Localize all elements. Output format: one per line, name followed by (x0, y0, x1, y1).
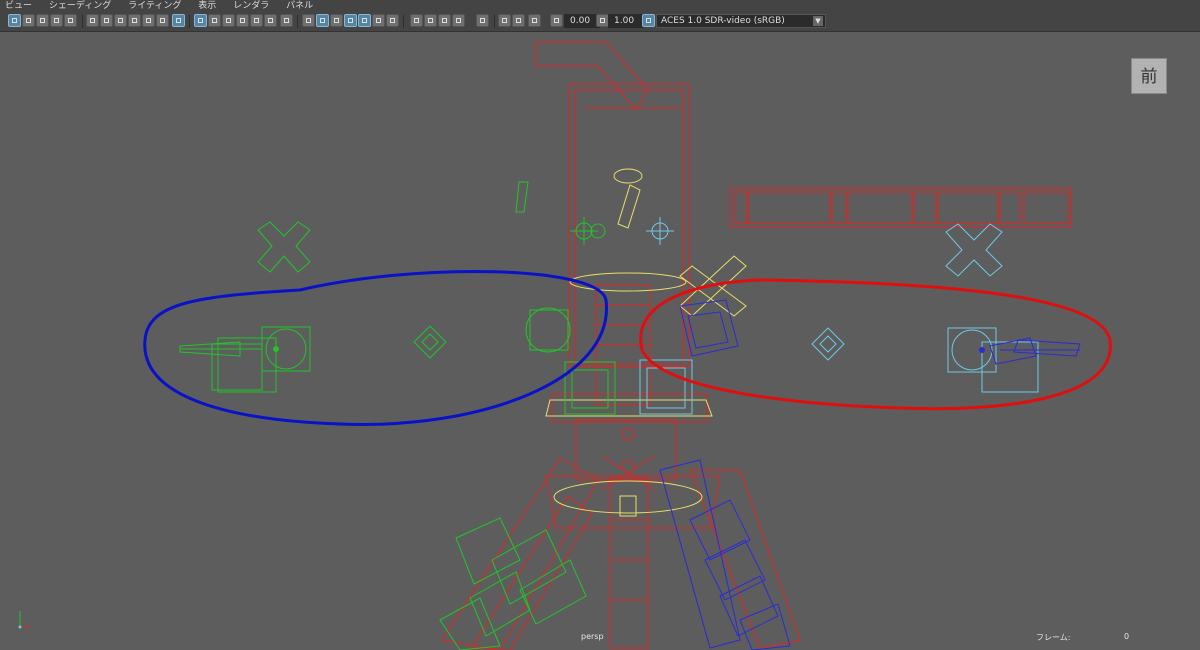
gamma-field[interactable]: 1.00 (608, 14, 644, 28)
axis-gizmo-icon (14, 609, 32, 629)
viewport-toolbar: 0.00 1.00 ACES 1.0 SDR-video (sRGB) ▼ (0, 13, 1200, 32)
wireframe-icon[interactable] (194, 14, 207, 27)
grid-icon[interactable] (64, 14, 77, 27)
xray-active-icon[interactable] (424, 14, 437, 27)
shadow-icon[interactable] (330, 14, 343, 27)
menu-lighting[interactable]: ライティング (128, 0, 181, 13)
menu-show[interactable]: 表示 (198, 0, 216, 13)
safe-title-icon[interactable] (156, 14, 169, 27)
safe-action-icon[interactable] (142, 14, 155, 27)
xray-icon[interactable] (250, 14, 263, 27)
text-icon[interactable] (280, 14, 293, 27)
select-tool-icon[interactable] (476, 14, 489, 27)
exposure-icon[interactable] (550, 14, 563, 27)
color-management-icon[interactable] (642, 14, 655, 27)
pen-icon[interactable] (172, 14, 185, 27)
menu-panels[interactable]: パネル (286, 0, 313, 13)
frame-label: フレーム: (1036, 633, 1071, 642)
highlight-icon[interactable] (438, 14, 451, 27)
smooth-shade-icon[interactable] (208, 14, 221, 27)
colorspace-label: ACES 1.0 SDR-video (sRGB) (661, 16, 785, 26)
wireframe-on-shaded-icon[interactable] (236, 14, 249, 27)
ambient-occlusion-icon[interactable] (344, 14, 357, 27)
film-gate-icon[interactable] (86, 14, 99, 27)
menu-shading[interactable]: シェーディング (49, 0, 111, 13)
exposure-field[interactable]: 0.00 (564, 14, 600, 28)
scene-wireframe[interactable] (0, 32, 1200, 650)
cube-icon[interactable] (316, 14, 329, 27)
menu-view[interactable]: ビュー (5, 0, 32, 13)
gate-mask-icon[interactable] (114, 14, 127, 27)
view-cube-front[interactable]: 前 (1131, 58, 1167, 94)
depth-of-field-icon[interactable] (386, 14, 399, 27)
isolate-select-icon[interactable] (410, 14, 423, 27)
textured-icon[interactable] (222, 14, 235, 27)
image-plane-icon[interactable] (50, 14, 63, 27)
frame-all-icon[interactable] (498, 14, 511, 27)
frame-selected-icon[interactable] (512, 14, 525, 27)
backface-icon[interactable] (452, 14, 465, 27)
xray-joints-icon[interactable] (264, 14, 277, 27)
field-chart-icon[interactable] (128, 14, 141, 27)
menu-renderer[interactable]: レンダラ (233, 0, 269, 13)
frame-value: 0 (1124, 632, 1130, 641)
motion-blur-icon[interactable] (372, 14, 385, 27)
two-sided-icon[interactable] (528, 14, 541, 27)
resolution-gate-icon[interactable] (100, 14, 113, 27)
chevron-down-icon[interactable]: ▼ (813, 16, 823, 26)
antialias-icon[interactable] (358, 14, 371, 27)
lights-icon[interactable] (302, 14, 315, 27)
viewport-panel[interactable]: 前 (0, 32, 1200, 650)
bookmark-icon[interactable] (36, 14, 49, 27)
colorspace-dropdown[interactable]: ACES 1.0 SDR-video (sRGB) ▼ (656, 14, 826, 28)
annotation-circle-left (143, 270, 608, 426)
select-camera-icon[interactable] (8, 14, 21, 27)
camera-name: persp (581, 632, 604, 641)
menu-bar: ビュー シェーディング ライティング 表示 レンダラ パネル (0, 0, 1200, 13)
camera-attributes-icon[interactable] (22, 14, 35, 27)
